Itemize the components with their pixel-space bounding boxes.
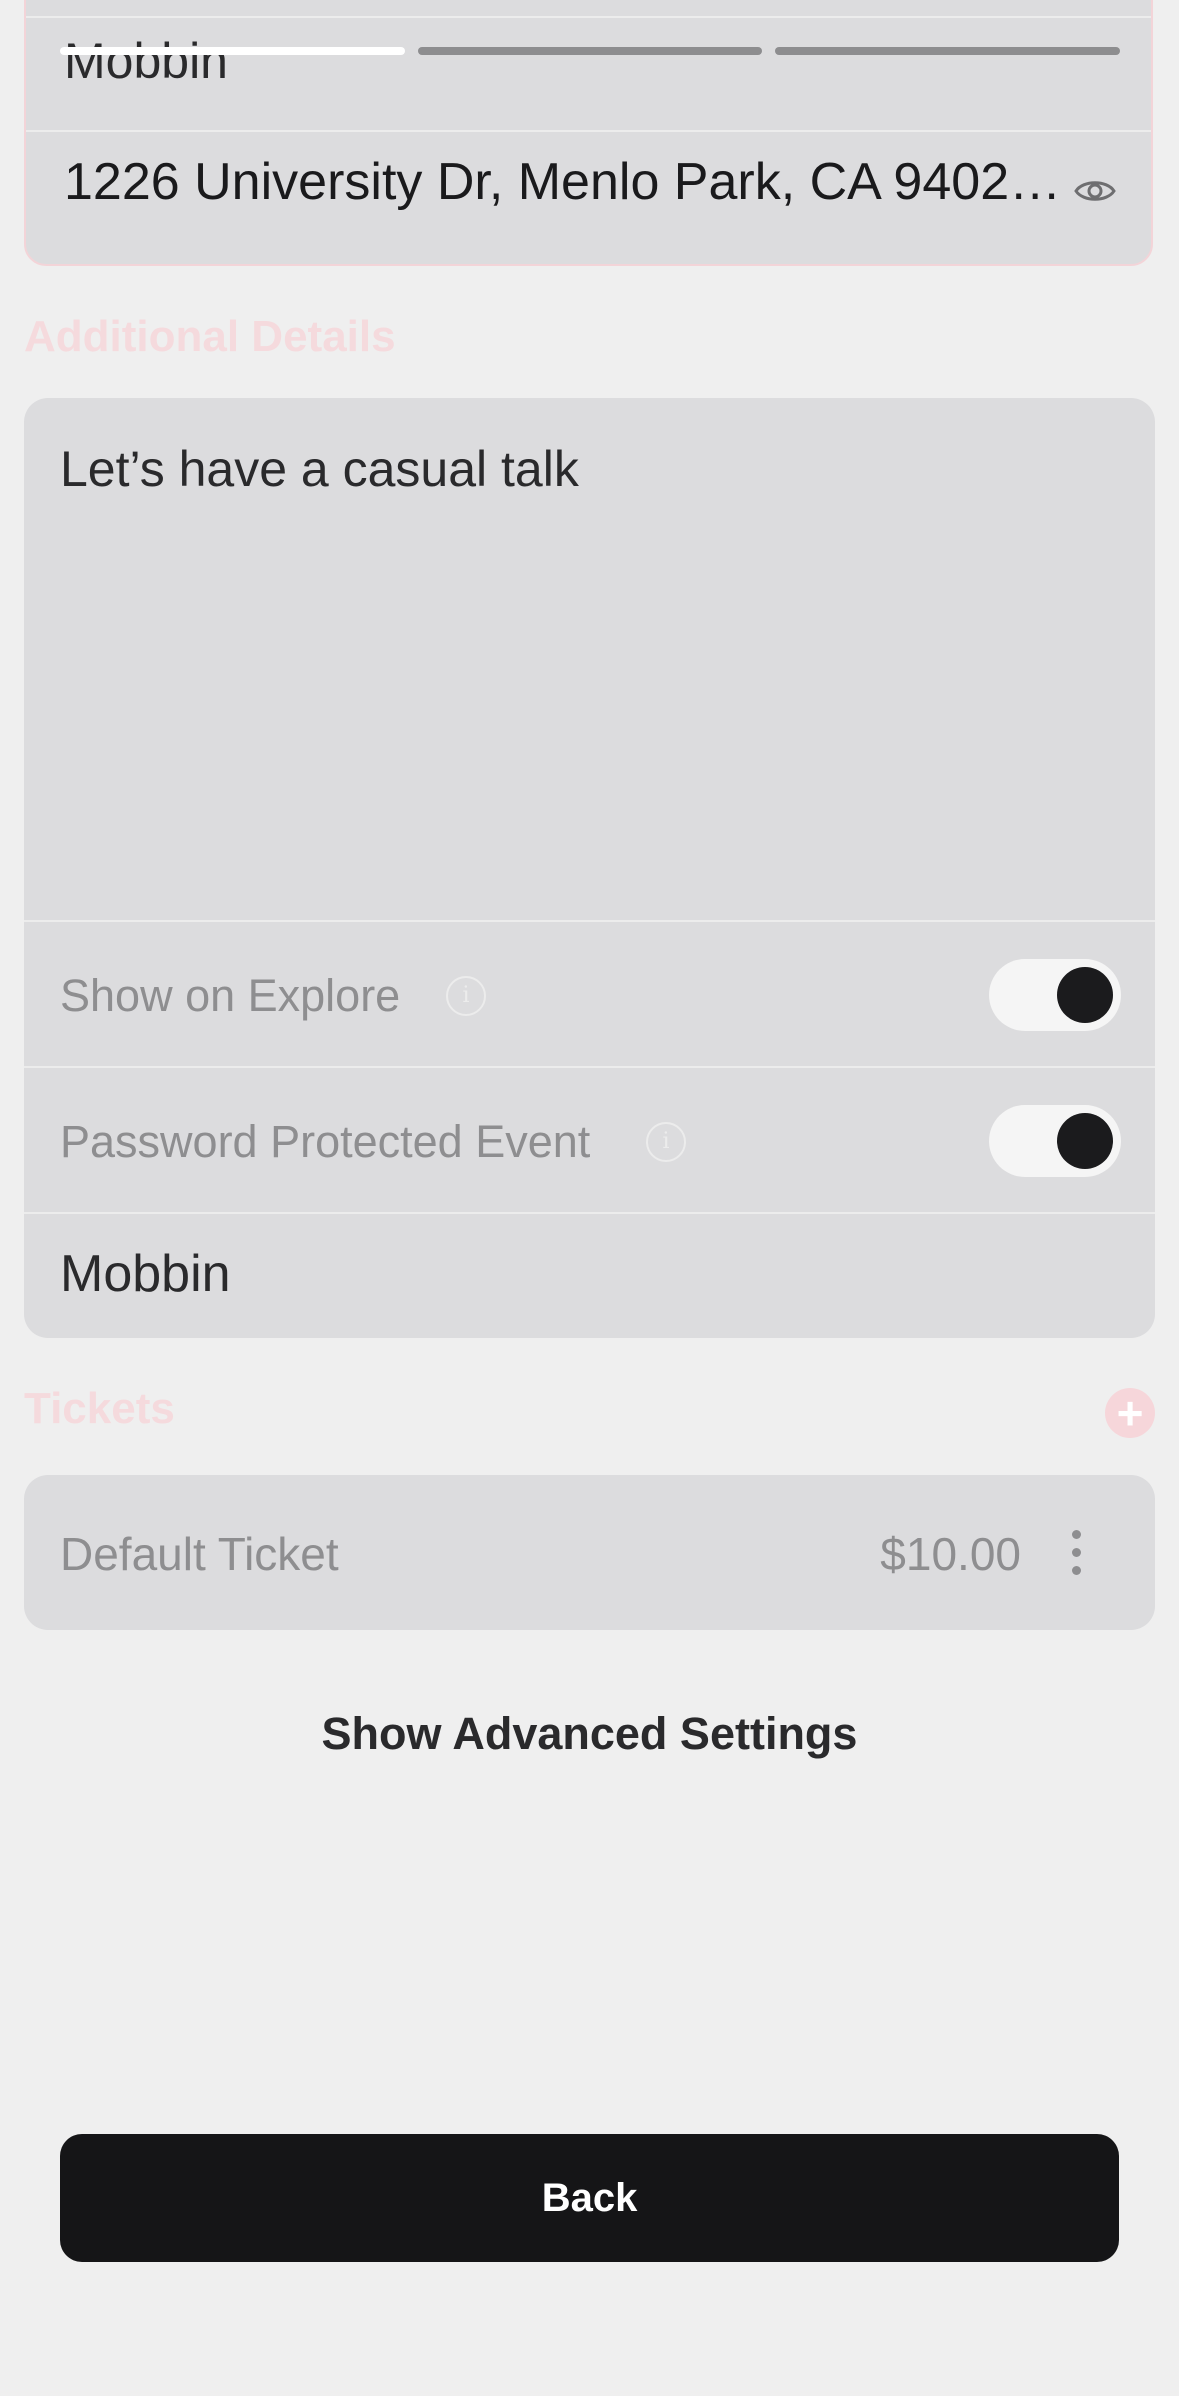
location-card: Mobbin 1226 University Dr, Menlo Park, C…: [24, 0, 1153, 266]
divider: [26, 130, 1151, 132]
divider: [26, 16, 1151, 18]
tickets-header: Tickets: [24, 1384, 175, 1433]
more-vertical-icon[interactable]: [1069, 1530, 1083, 1576]
show-advanced-settings-link[interactable]: Show Advanced Settings: [0, 1708, 1179, 1760]
info-icon[interactable]: i: [646, 1122, 686, 1162]
toggle-knob: [1057, 967, 1113, 1023]
toggle-knob: [1057, 1113, 1113, 1169]
ticket-card[interactable]: Default Ticket $10.00: [24, 1475, 1155, 1630]
eye-icon[interactable]: [1073, 176, 1117, 206]
location-address[interactable]: 1226 University Dr, Menlo Park, CA 94025…: [64, 152, 1084, 212]
additional-details-header: Additional Details: [24, 312, 396, 361]
location-name[interactable]: Mobbin: [64, 32, 228, 90]
password-protected-label: Password Protected Event: [60, 1116, 591, 1167]
ticket-name: Default Ticket: [60, 1528, 339, 1580]
show-on-explore-label: Show on Explore: [60, 970, 401, 1021]
password-protected-toggle[interactable]: [989, 1105, 1121, 1177]
progress-step-1: [60, 47, 405, 55]
plus-icon[interactable]: +: [1105, 1388, 1155, 1438]
back-button[interactable]: Back: [60, 2134, 1119, 2262]
ticket-price: $10.00: [880, 1528, 1021, 1580]
show-on-explore-row: Show on Explore i: [24, 922, 1155, 1068]
divider: [24, 1212, 1155, 1214]
info-icon[interactable]: i: [446, 976, 486, 1016]
progress-step-2: [417, 47, 763, 55]
details-card: Let’s have a casual talk Show on Explore…: [24, 398, 1155, 1338]
step-progress: [60, 47, 1121, 56]
password-protected-row: Password Protected Event i: [24, 1068, 1155, 1214]
progress-step-3: [775, 47, 1121, 55]
description-textarea[interactable]: Let’s have a casual talk: [60, 440, 579, 498]
password-field[interactable]: Mobbin: [60, 1244, 231, 1304]
show-on-explore-toggle[interactable]: [989, 959, 1121, 1031]
